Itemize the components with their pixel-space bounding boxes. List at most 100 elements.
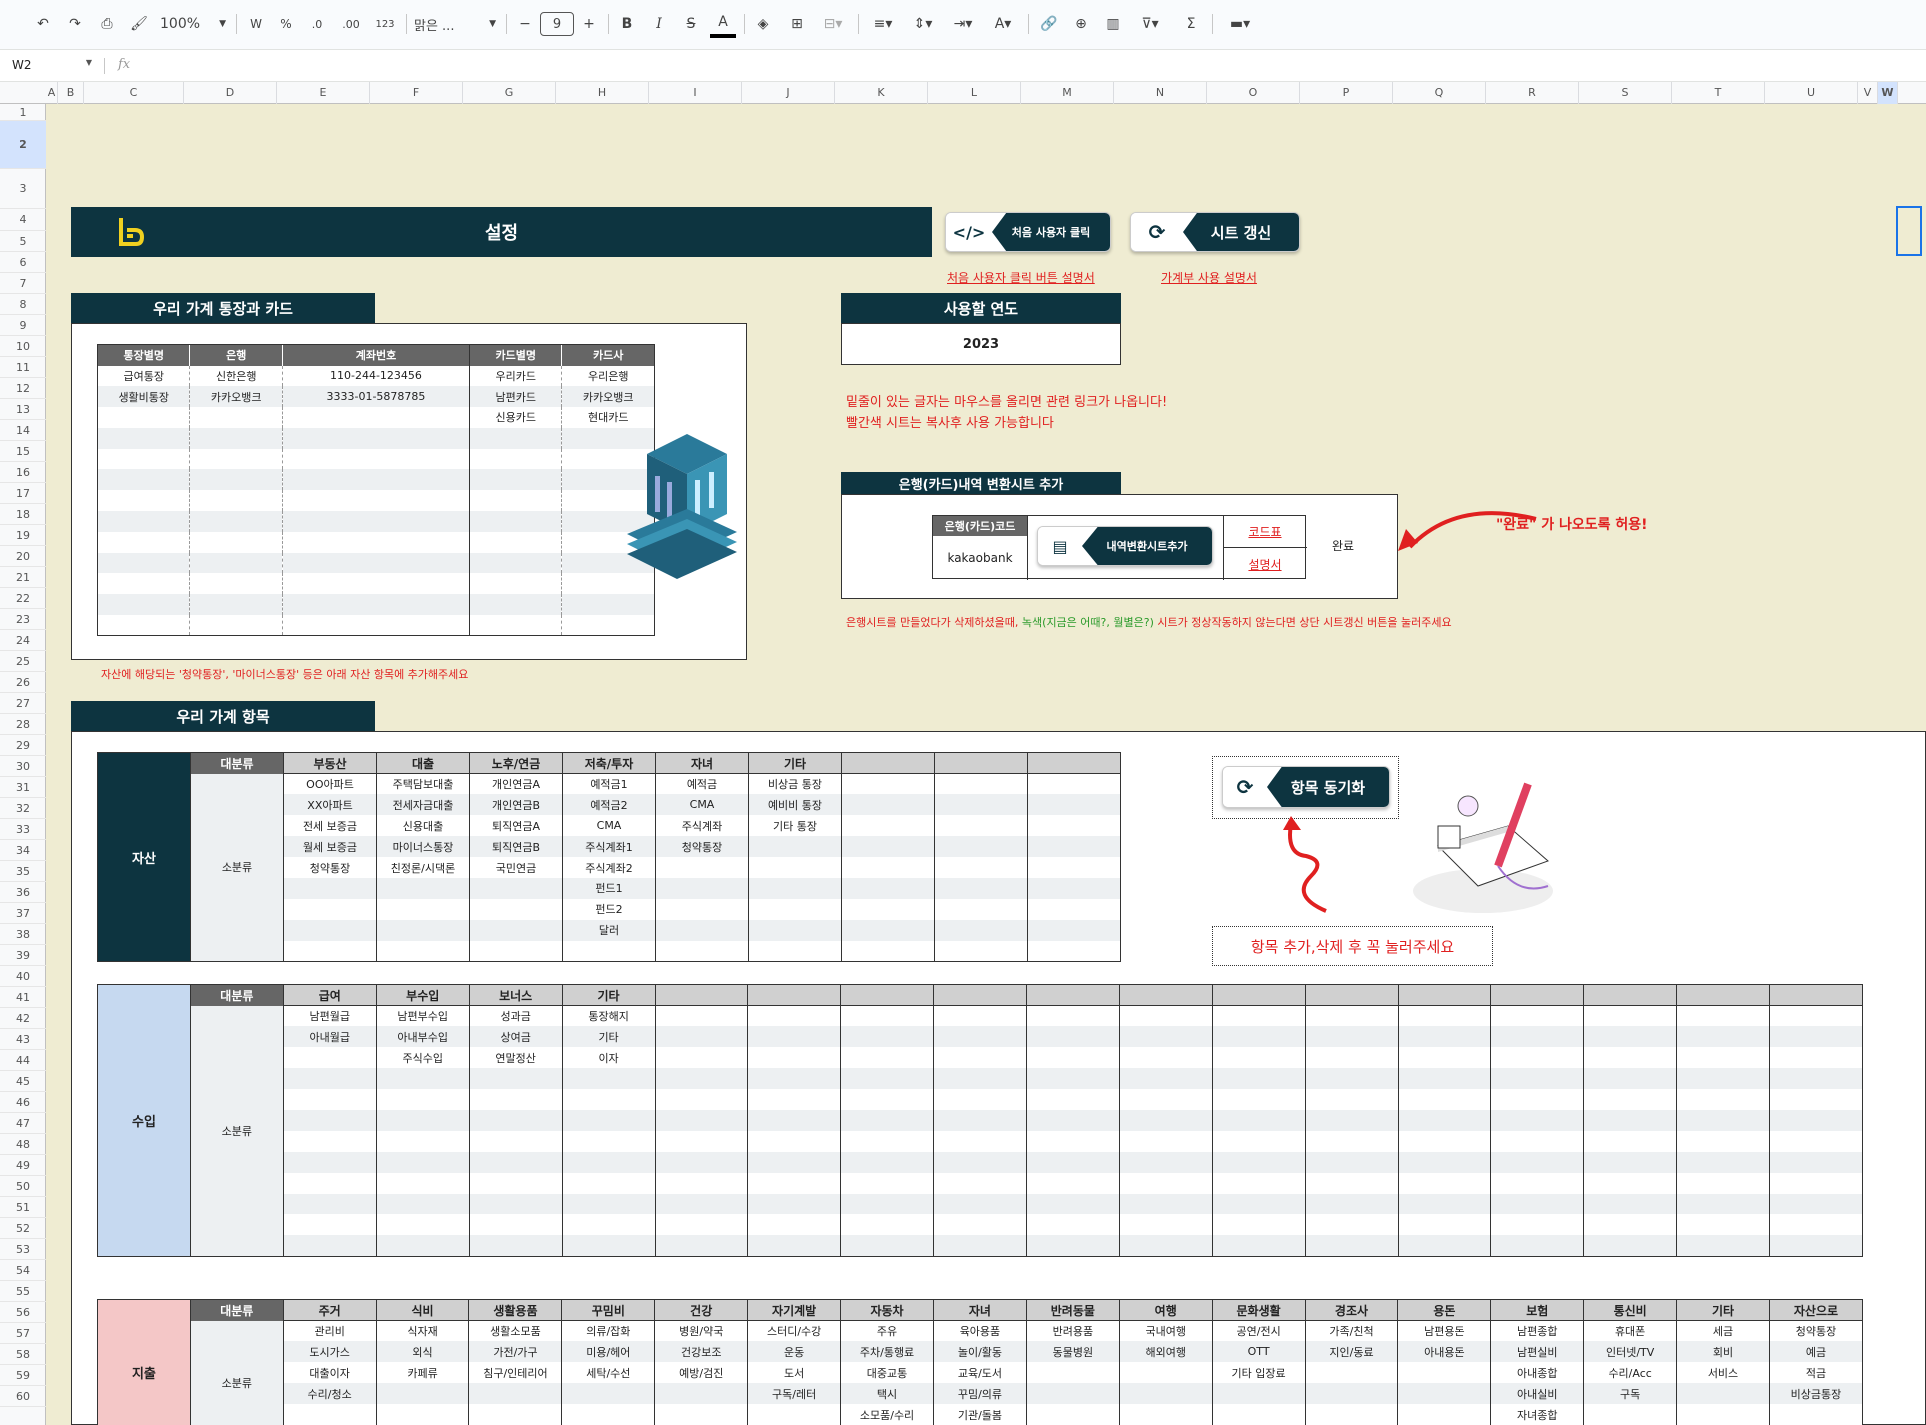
subcategory-cell[interactable]: 병원/약국: [654, 1320, 748, 1342]
redo-icon[interactable]: ↷: [62, 10, 88, 38]
subcategory-cell[interactable]: [1026, 1109, 1120, 1131]
accounts-cell[interactable]: [97, 531, 190, 553]
font-size-increase-icon[interactable]: +: [578, 10, 600, 38]
subcategory-cell[interactable]: 기관/돌봄: [932, 1404, 1027, 1425]
subcategory-cell[interactable]: [748, 898, 842, 920]
subcategory-cell[interactable]: [561, 1172, 656, 1194]
subcategory-cell[interactable]: 도시가스: [282, 1341, 377, 1363]
subcategory-cell[interactable]: CMA: [655, 794, 749, 816]
row-header-29[interactable]: 29: [0, 735, 46, 756]
row-header-30[interactable]: 30: [0, 756, 46, 777]
accounts-cell[interactable]: [189, 511, 283, 532]
category-header[interactable]: 문화생활: [1211, 1299, 1306, 1321]
subcategory-cell[interactable]: [1676, 1214, 1770, 1236]
accounts-cell[interactable]: [281, 490, 470, 512]
category-header[interactable]: [1583, 984, 1677, 1006]
subcategory-cell[interactable]: [375, 1130, 470, 1152]
subcategory-cell[interactable]: [840, 1109, 934, 1131]
subcategory-cell[interactable]: 신용대출: [376, 815, 470, 837]
category-header[interactable]: 반려동물: [1025, 1299, 1120, 1321]
subcategory-cell[interactable]: [1118, 1047, 1213, 1069]
subcategory-cell[interactable]: [747, 1109, 841, 1131]
accounts-cell[interactable]: [97, 407, 190, 428]
accounts-cell[interactable]: [281, 469, 470, 491]
subcategory-cell[interactable]: [654, 1130, 748, 1152]
subcategory-cell[interactable]: [468, 1235, 563, 1257]
accounts-cell[interactable]: [97, 615, 190, 636]
category-header[interactable]: 자녀: [932, 1299, 1027, 1321]
row-header-8[interactable]: 8: [0, 294, 46, 315]
accounts-cell[interactable]: [281, 407, 470, 428]
category-header[interactable]: 통신비: [1583, 1299, 1677, 1321]
convert-sheet-button[interactable]: ▤ 내역변환시트추가: [1037, 526, 1213, 566]
subcategory-cell[interactable]: 도서: [747, 1362, 841, 1384]
subcategory-cell[interactable]: [933, 1214, 1027, 1236]
category-header[interactable]: 기타: [561, 984, 656, 1006]
subcategory-cell[interactable]: [840, 1151, 934, 1173]
name-box[interactable]: W2 ▼: [12, 58, 92, 72]
italic-icon[interactable]: I: [646, 10, 672, 38]
subcategory-cell[interactable]: [1118, 1068, 1213, 1090]
subcategory-cell[interactable]: [1027, 940, 1121, 962]
row-header-59[interactable]: 59: [0, 1365, 46, 1386]
subcategory-cell[interactable]: [1118, 1109, 1213, 1131]
row-header-32[interactable]: 32: [0, 798, 46, 819]
subcategory-cell[interactable]: 퇴직연금A: [469, 815, 563, 837]
subcategory-cell[interactable]: [282, 1193, 377, 1215]
subcategory-cell[interactable]: 식자재: [375, 1320, 469, 1342]
subcategory-cell[interactable]: 기타 입장료: [1211, 1362, 1306, 1384]
fill-color-icon[interactable]: ◈: [750, 10, 776, 38]
subcategory-cell[interactable]: [654, 1047, 748, 1069]
refresh-sheet-button[interactable]: ⟳ 시트 갱신: [1130, 212, 1300, 252]
category-header[interactable]: 여행: [1118, 1299, 1213, 1321]
subcategory-cell[interactable]: [1583, 1047, 1677, 1069]
category-header[interactable]: [934, 752, 1028, 774]
column-header-n[interactable]: N: [1114, 82, 1207, 104]
column-header-o[interactable]: O: [1207, 82, 1300, 104]
category-header[interactable]: 부수입: [375, 984, 470, 1006]
category-header[interactable]: 자산으로: [1768, 1299, 1863, 1321]
subcategory-cell[interactable]: [468, 1383, 562, 1405]
subcategory-cell[interactable]: [1583, 1068, 1677, 1090]
subcategory-cell[interactable]: [840, 1026, 934, 1048]
subcategory-cell[interactable]: [1304, 1130, 1399, 1152]
subcategory-cell[interactable]: [934, 773, 1028, 795]
subcategory-cell[interactable]: OTT: [1211, 1341, 1306, 1363]
subcategory-cell[interactable]: [469, 940, 563, 962]
subcategory-cell[interactable]: [561, 1214, 656, 1236]
subcategory-cell[interactable]: [1026, 1068, 1120, 1090]
subcategory-cell[interactable]: [933, 1193, 1027, 1215]
first-user-help-link[interactable]: 처음 사용자 클릭 버튼 설명서: [947, 269, 1095, 286]
subcategory-cell[interactable]: 월세 보증금: [283, 836, 377, 858]
subcategory-cell[interactable]: 관리비: [282, 1320, 377, 1342]
subcategory-cell[interactable]: 아내실비: [1490, 1383, 1584, 1405]
subcategory-cell[interactable]: [469, 877, 563, 899]
subcategory-cell[interactable]: 퇴직연금B: [469, 836, 563, 858]
row-header-23[interactable]: 23: [0, 609, 46, 630]
accounts-cell[interactable]: [189, 448, 283, 470]
text-rotation-icon[interactable]: A▾: [986, 10, 1020, 38]
subcategory-cell[interactable]: [1211, 1047, 1306, 1069]
category-header[interactable]: [1118, 984, 1213, 1006]
subcategory-cell[interactable]: [1027, 877, 1121, 899]
subcategory-cell[interactable]: [841, 919, 935, 941]
subcategory-cell[interactable]: [1769, 1047, 1863, 1069]
row-header-45[interactable]: 45: [0, 1071, 46, 1092]
subcategory-cell[interactable]: [934, 898, 1028, 920]
increase-decimal-button[interactable]: .00: [336, 10, 366, 38]
subcategory-cell[interactable]: [1025, 1362, 1120, 1384]
row-header-13[interactable]: 13: [0, 399, 46, 420]
category-header[interactable]: [1769, 984, 1863, 1006]
subcategory-cell[interactable]: 전세자금대출: [376, 794, 470, 816]
accounts-cell[interactable]: [468, 427, 562, 449]
column-header-a[interactable]: A: [46, 82, 58, 104]
font-size-input[interactable]: 9: [540, 12, 574, 36]
subcategory-cell[interactable]: 남편용돈: [1397, 1320, 1491, 1342]
subcategory-cell[interactable]: 예적금1: [562, 773, 656, 795]
subcategory-cell[interactable]: [933, 1235, 1027, 1257]
subcategory-cell[interactable]: [1211, 1235, 1306, 1257]
link-icon[interactable]: 🔗: [1036, 10, 1062, 38]
column-header-e[interactable]: E: [277, 82, 370, 104]
category-header[interactable]: [841, 752, 935, 774]
subcategory-cell[interactable]: [468, 1068, 563, 1090]
